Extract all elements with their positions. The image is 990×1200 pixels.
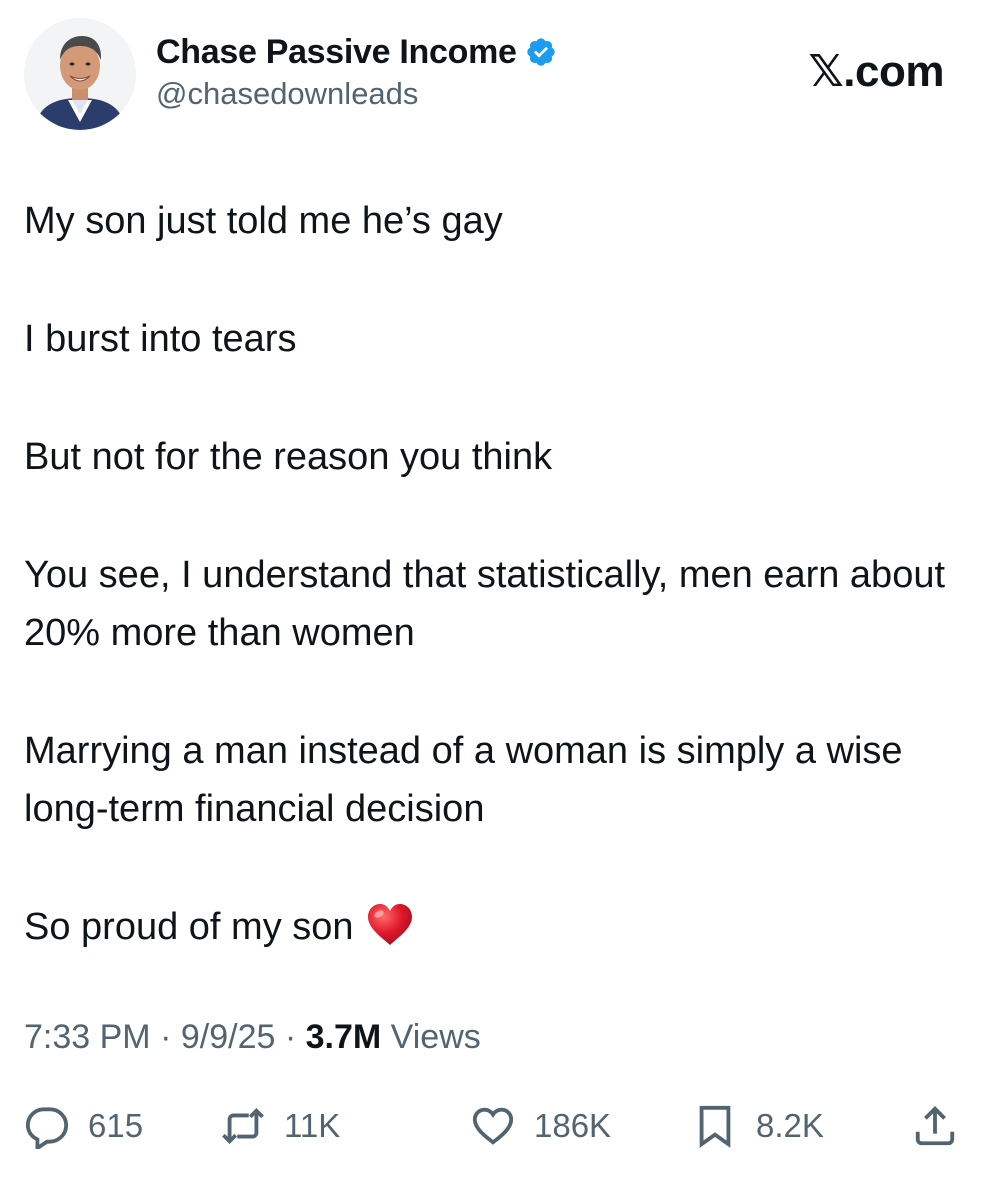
repost-count: 11K	[284, 1107, 341, 1144]
tweet-paragraph-last: So proud of my son	[24, 898, 966, 956]
like-icon	[472, 1107, 514, 1145]
repost-icon	[222, 1107, 264, 1145]
action-bar: 615 11K 186K 8.2K	[24, 1096, 966, 1156]
repost-button[interactable]: 11K	[220, 1096, 340, 1156]
tweet-paragraph: Marrying a man instead of a woman is sim…	[24, 730, 903, 830]
views-count[interactable]: 3.7M	[306, 1018, 382, 1056]
tweet-paragraph: My son just told me he’s gay	[24, 200, 503, 242]
tweet-time[interactable]: 7:33 PM	[24, 1018, 151, 1056]
share-icon	[915, 1106, 955, 1146]
tweet-header: Chase Passive Income @chasedownleads 𝕏.c…	[24, 18, 966, 138]
meta-separator: ·	[284, 1018, 297, 1056]
reply-icon	[25, 1107, 69, 1149]
tweet-date[interactable]: 9/9/25	[181, 1018, 276, 1056]
tweet-paragraph: But not for the reason you think	[24, 436, 553, 478]
bookmark-icon	[699, 1105, 731, 1148]
bookmark-button[interactable]: 8.2K	[692, 1096, 824, 1156]
avatar-image	[24, 18, 136, 130]
heart-emoji-icon	[367, 904, 412, 945]
reply-count: 615	[88, 1107, 144, 1144]
author-display-name[interactable]: Chase Passive Income	[156, 33, 517, 72]
tweet-paragraph: You see, I understand that statistically…	[24, 554, 946, 654]
tweet-meta: 7:33 PM · 9/9/25 · 3.7M Views	[24, 1018, 481, 1057]
tweet-paragraph-text: So proud of my son	[24, 906, 354, 948]
like-button[interactable]: 186K	[470, 1096, 611, 1156]
bookmark-count: 8.2K	[756, 1107, 824, 1144]
meta-separator: ·	[160, 1018, 172, 1056]
share-button[interactable]	[912, 1096, 958, 1156]
author-block: Chase Passive Income @chasedownleads	[156, 30, 557, 112]
avatar[interactable]	[24, 18, 136, 130]
views-label: Views	[390, 1018, 481, 1056]
tweet-text: My son just told me he’s gay I burst int…	[24, 192, 966, 956]
like-count: 186K	[534, 1107, 612, 1144]
author-name-row: Chase Passive Income	[156, 30, 557, 74]
site-watermark: 𝕏.com	[808, 47, 944, 96]
verified-badge-icon[interactable]	[525, 36, 557, 68]
author-handle[interactable]: @chasedownleads	[156, 76, 557, 112]
tweet-paragraph: I burst into tears	[24, 318, 297, 360]
reply-button[interactable]: 615	[24, 1096, 143, 1156]
